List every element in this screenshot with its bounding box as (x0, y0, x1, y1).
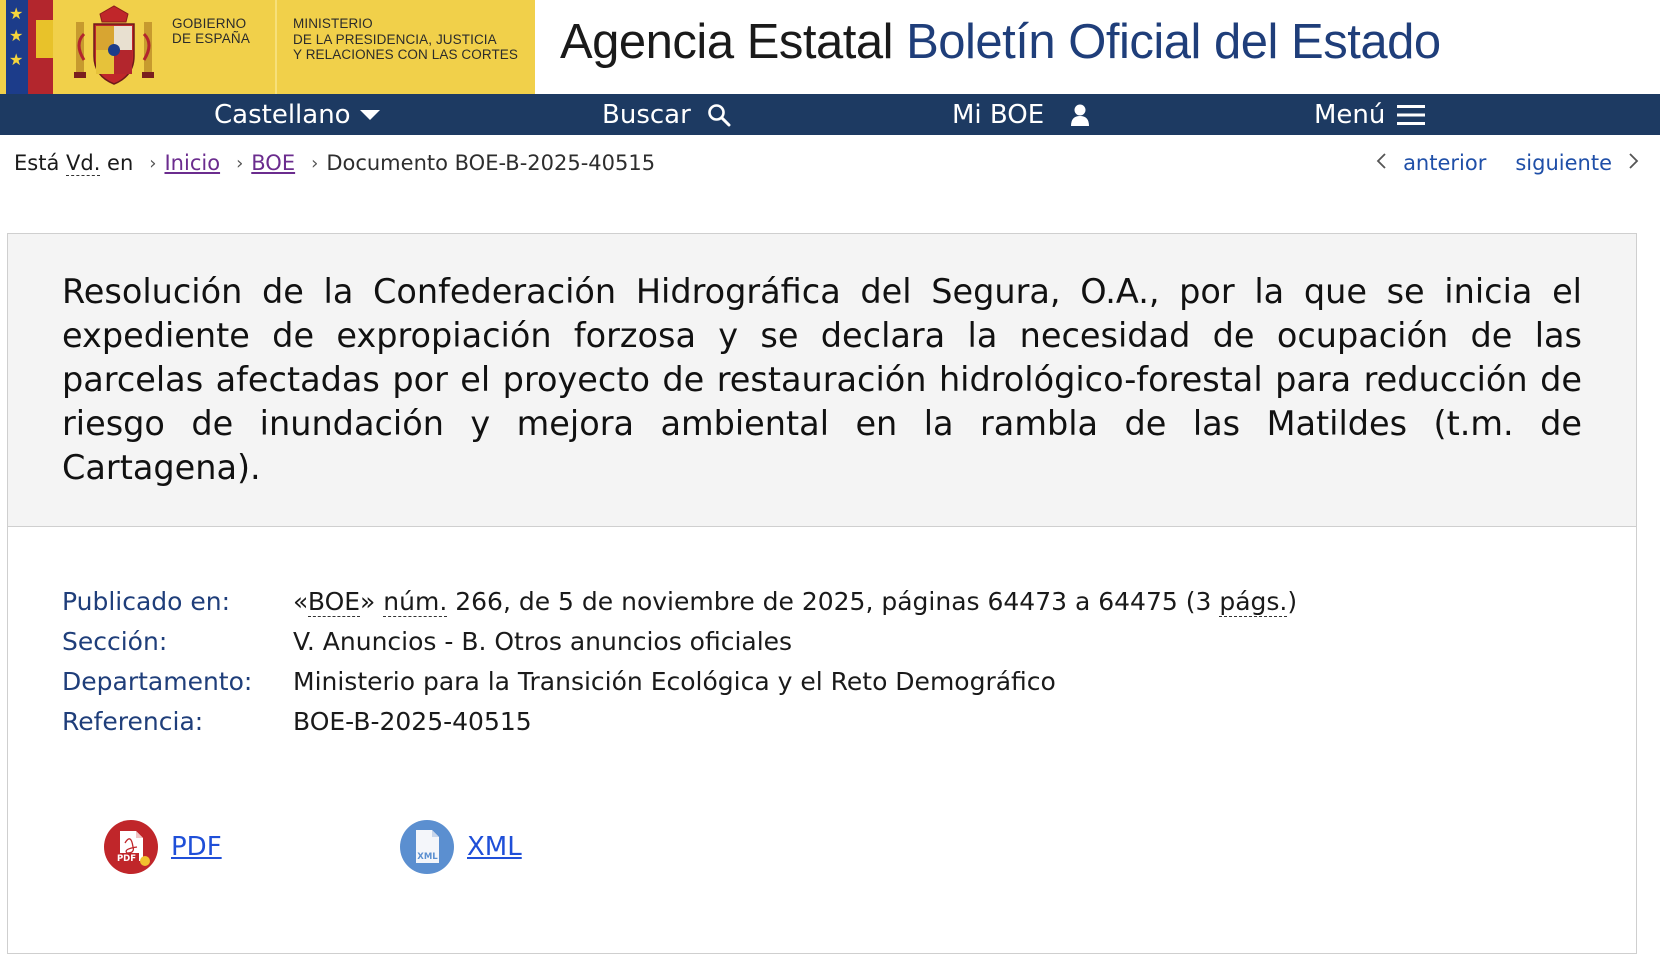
previous-document-link[interactable]: anterior (1403, 151, 1486, 175)
meta-row-publicado: Publicado en: «BOE» núm. 266, de 5 de no… (62, 582, 1562, 622)
nav-menu[interactable]: Menú (1314, 94, 1426, 135)
chevron-right-icon (1628, 151, 1640, 175)
banner-divider (275, 0, 277, 94)
meta-value: «BOE» núm. 266, de 5 de noviembre de 202… (293, 587, 1298, 617)
pdf-icon: PDF (104, 820, 158, 874)
breadcrumb-current: Documento BOE-B-2025-40515 (326, 151, 656, 175)
breadcrumb-intro: Está Vd. en (14, 151, 134, 176)
breadcrumb: Está Vd. en › Inicio › BOE › Documento B… (14, 147, 655, 179)
document-title: Resolución de la Confederación Hidrográf… (62, 272, 1582, 487)
document-title-area: Resolución de la Confederación Hidrográf… (8, 234, 1636, 527)
xml-download-link[interactable]: XML (467, 832, 522, 862)
main-nav: Castellano Buscar Mi BOE Menú (0, 94, 1660, 135)
meta-row-seccion: Sección: V. Anuncios - B. Otros anuncios… (62, 622, 1562, 662)
meta-label: Publicado en: (62, 587, 231, 616)
meta-label: Departamento: (62, 667, 253, 696)
document-panel: Resolución de la Confederación Hidrográf… (7, 233, 1637, 954)
agency-title[interactable]: Agencia Estatal Boletín Oficial del Esta… (560, 10, 1441, 74)
site-header: ★ ★ ★ Gobierno de España Ministerio de (0, 0, 1660, 94)
government-banner[interactable]: ★ ★ ★ Gobierno de España Ministerio de (0, 0, 535, 94)
meta-value: BOE-B-2025-40515 (293, 707, 532, 736)
xml-icon: XML (400, 820, 454, 874)
chevron-right-icon: › (236, 152, 244, 174)
coat-of-arms-icon (74, 5, 154, 85)
document-pager: anterior siguiente (1375, 147, 1640, 179)
next-document-link[interactable]: siguiente (1515, 151, 1612, 175)
nav-language[interactable]: Castellano (214, 94, 381, 135)
user-icon (1070, 103, 1090, 127)
ministry-label: Ministerio de la Presidencia, Justicia y… (293, 16, 519, 62)
breadcrumb-home-link[interactable]: Inicio (164, 151, 220, 175)
breadcrumb-boe-link[interactable]: BOE (251, 151, 295, 175)
meta-value: V. Anuncios - B. Otros anuncios oficiale… (293, 627, 793, 656)
document-metadata: Publicado en: «BOE» núm. 266, de 5 de no… (62, 582, 1562, 742)
caret-down-icon (359, 108, 381, 122)
svg-text:XML: XML (417, 852, 438, 862)
meta-row-departamento: Departamento: Ministerio para la Transic… (62, 662, 1562, 702)
hamburger-icon (1397, 104, 1426, 126)
meta-row-referencia: Referencia: BOE-B-2025-40515 (62, 702, 1562, 742)
download-xml[interactable]: XML XML (399, 819, 522, 875)
eu-spain-flag-icon: ★ ★ ★ (6, 0, 53, 94)
download-pdf[interactable]: PDF PDF (103, 819, 222, 875)
search-icon (707, 103, 731, 127)
chevron-right-icon: › (311, 152, 319, 174)
pdf-download-link[interactable]: PDF (171, 832, 222, 862)
chevron-right-icon: › (149, 152, 157, 174)
svg-text:PDF: PDF (117, 854, 136, 864)
meta-label: Referencia: (62, 707, 204, 736)
nav-mi-boe[interactable]: Mi BOE (952, 94, 1090, 135)
government-label: Gobierno de España (172, 16, 251, 46)
meta-label: Sección: (62, 627, 168, 656)
nav-search[interactable]: Buscar (602, 94, 731, 135)
meta-value: Ministerio para la Transición Ecológica … (293, 667, 1056, 696)
chevron-left-icon (1375, 151, 1387, 175)
